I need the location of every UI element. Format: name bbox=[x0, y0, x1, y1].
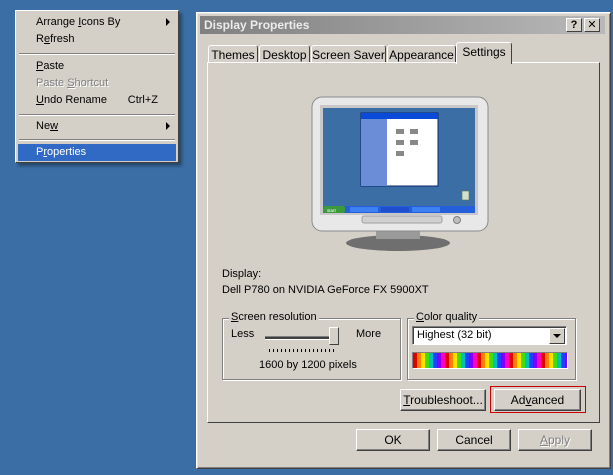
dropdown-button[interactable] bbox=[549, 328, 565, 344]
screen-resolution-group: Screen resolution Less More 1600 by 1200… bbox=[222, 311, 401, 380]
display-label: Display: bbox=[222, 268, 262, 280]
resolution-slider-thumb[interactable] bbox=[329, 327, 339, 345]
help-button[interactable]: ? bbox=[566, 18, 582, 32]
monitor-preview: start bbox=[311, 96, 489, 251]
advanced-button[interactable]: Advanced bbox=[494, 389, 581, 411]
apply-button: Apply bbox=[518, 429, 592, 451]
menu-separator bbox=[19, 139, 175, 141]
troubleshoot-button[interactable]: Troubleshoot... bbox=[400, 389, 486, 411]
resolution-more-label: More bbox=[356, 328, 382, 340]
color-quality-legend: Color quality bbox=[414, 311, 480, 323]
menu-separator bbox=[19, 114, 175, 116]
menu-item-paste-shortcut: Paste Shortcut bbox=[36, 77, 109, 89]
menu-item-paste[interactable]: Paste bbox=[18, 58, 176, 75]
dialog-title: Display Properties bbox=[204, 18, 310, 32]
dialog-titlebar[interactable]: Display Properties ? ✕ bbox=[200, 16, 605, 34]
close-button[interactable]: ✕ bbox=[584, 18, 600, 32]
menu-item-undo-rename[interactable]: Undo Rename Ctrl+Z bbox=[18, 92, 176, 109]
menu-item-new[interactable]: New bbox=[18, 118, 176, 135]
color-quality-select[interactable]: Highest (32 bit) bbox=[412, 326, 567, 345]
help-icon: ? bbox=[570, 19, 578, 31]
close-icon: ✕ bbox=[587, 19, 597, 31]
display-properties-dialog: Display Properties ? ✕ Themes Desktop Sc… bbox=[196, 12, 611, 469]
menu-item-arrange-icons-by[interactable]: Arrange Icons By bbox=[18, 14, 176, 31]
cancel-button[interactable]: Cancel bbox=[437, 429, 511, 451]
chevron-down-icon bbox=[553, 334, 561, 338]
color-quality-value: Highest (32 bit) bbox=[417, 329, 492, 341]
menu-item-refresh[interactable]: Refresh bbox=[18, 31, 176, 48]
resolution-value: 1600 by 1200 pixels bbox=[259, 359, 357, 371]
submenu-arrow-icon bbox=[166, 18, 170, 26]
screen-resolution-legend: Screen resolution bbox=[229, 311, 319, 323]
display-device: Dell P780 on NVIDIA GeForce FX 5900XT bbox=[222, 284, 429, 296]
menu-item-properties[interactable]: Properties bbox=[18, 144, 176, 161]
resolution-slider-ticks bbox=[269, 349, 337, 352]
color-spectrum-bar bbox=[412, 352, 568, 369]
menu-shortcut-ctrl-z: Ctrl+Z bbox=[127, 94, 158, 106]
submenu-arrow-icon bbox=[166, 122, 170, 130]
tab-settings[interactable]: Settings bbox=[456, 42, 512, 64]
resolution-slider-track[interactable] bbox=[265, 336, 337, 340]
ok-button[interactable]: OK bbox=[356, 429, 430, 451]
resolution-less-label: Less bbox=[231, 328, 255, 340]
preview-start-label: start bbox=[327, 208, 337, 213]
menu-separator bbox=[19, 53, 175, 55]
desktop-context-menu: Arrange Icons By Refresh Paste Paste Sho… bbox=[15, 10, 179, 163]
